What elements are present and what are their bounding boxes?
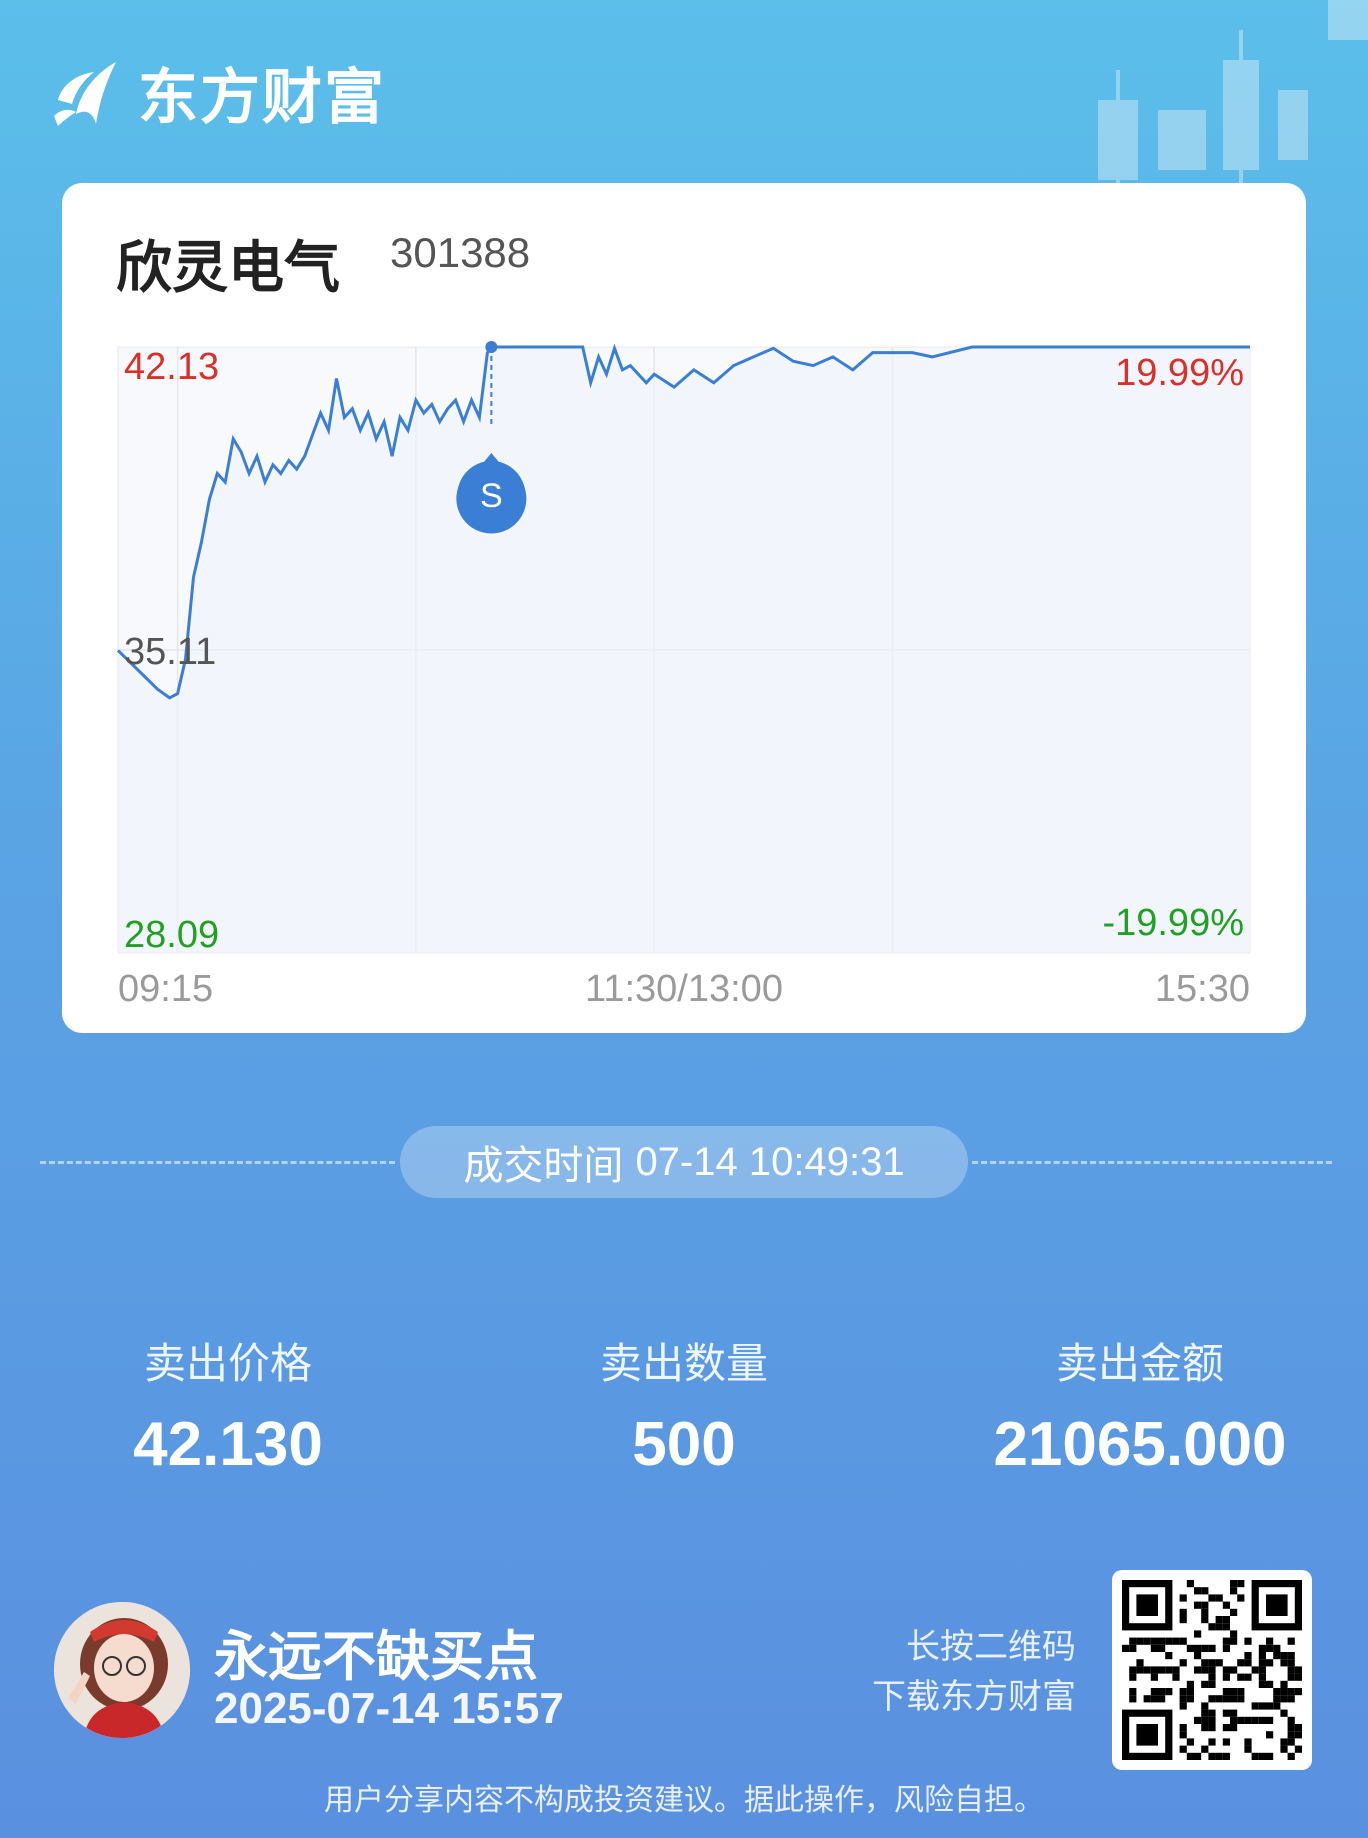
- stat-sell-quantity: 卖出数量 500: [474, 1330, 894, 1480]
- stat-sell-amount: 卖出金额 21065.000: [930, 1330, 1350, 1480]
- y-label-high: 42.13: [124, 346, 219, 388]
- trade-time-label: 成交时间: [463, 1144, 624, 1188]
- stat-label: 卖出数量: [599, 1339, 768, 1388]
- brand-name: 东方财富: [138, 62, 386, 133]
- stock-chart-card: 欣灵电气 301388 S 42.13 35.11 28.09 19.99% -19.9…: [62, 183, 1306, 1033]
- y-label-mid: 35.11: [124, 631, 216, 673]
- stat-label: 卖出金额: [1055, 1339, 1224, 1388]
- avatar-photo-icon: [54, 1602, 190, 1738]
- x-label-open: 09:15: [118, 968, 213, 1010]
- pct-label-high: 19.99%: [1115, 352, 1244, 394]
- trade-time-value: 07-14 10:49:31: [635, 1139, 905, 1184]
- qr-code[interactable]: [1112, 1570, 1312, 1770]
- trade-time-row: 成交时间 07-14 10:49:31: [0, 1126, 1368, 1198]
- qr-code-icon: [1122, 1580, 1302, 1760]
- qr-caption-line2: 下载东方财富: [872, 1677, 1076, 1717]
- qr-caption-line1: 长按二维码: [906, 1627, 1076, 1667]
- trade-marker-label: S: [480, 477, 503, 515]
- stat-sell-price: 卖出价格 42.130: [18, 1330, 438, 1480]
- avatar[interactable]: [54, 1602, 190, 1738]
- trade-time-pill: 成交时间 07-14 10:49:31: [400, 1126, 968, 1198]
- stat-label: 卖出价格: [143, 1339, 312, 1388]
- trade-stats: 卖出价格 42.130 卖出数量 500 卖出金额 21065.000: [0, 1330, 1368, 1479]
- intraday-price-chart[interactable]: S 42.13 35.11 28.09 19.99% -19.99% 09:15 11:30…: [62, 183, 1306, 1033]
- y-label-low: 28.09: [124, 914, 219, 956]
- divider-left: [40, 1161, 395, 1164]
- eastmoney-logo-icon: [54, 62, 116, 126]
- background-candles-icon: [1098, 0, 1368, 200]
- share-date: 2025-07-14 15:57: [214, 1684, 564, 1733]
- x-label-midday: 11:30/13:00: [585, 968, 783, 1010]
- stat-value: 21065.000: [993, 1410, 1287, 1479]
- x-label-close: 15:30: [1155, 968, 1250, 1010]
- pct-label-low: -19.99%: [1102, 902, 1244, 944]
- user-name: 永远不缺买点: [214, 1625, 538, 1688]
- disclaimer: 用户分享内容不构成投资建议。据此操作，风险自担。: [324, 1783, 1044, 1818]
- stat-value: 500: [632, 1410, 736, 1479]
- qr-caption: 长按二维码 下载东方财富: [872, 1622, 1076, 1722]
- stat-value: 42.130: [133, 1410, 323, 1479]
- divider-right: [972, 1161, 1332, 1164]
- brand-header: 东方财富: [54, 52, 386, 133]
